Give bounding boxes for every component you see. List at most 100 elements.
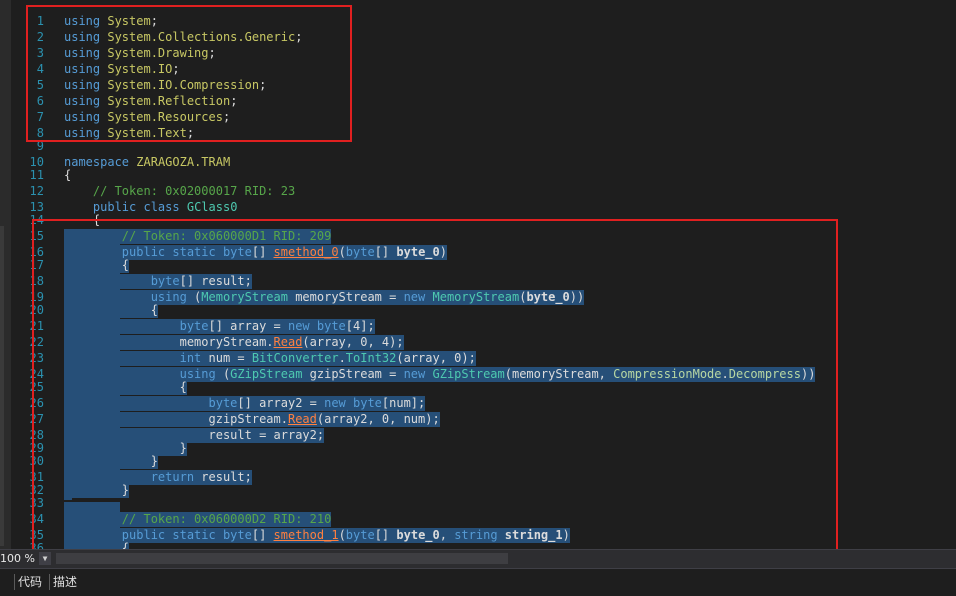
code-token: [] [374,528,397,542]
code-token: return [150,470,195,484]
code-token: byte_0 [396,528,440,542]
code-token: } [64,483,130,497]
code-token: [] [374,245,397,259]
code-token: GZipStream [432,367,505,381]
code-token: // Token: 0x060000D2 RID: 210 [121,512,332,526]
code-token: memoryStream. [64,335,274,349]
line-code: using System.Reflection; [64,94,237,109]
code-line: 9 [0,139,956,154]
code-token: byte_0 [396,245,440,259]
code-token: )) [569,290,585,304]
line-number: 34 [29,512,44,526]
code-token: System.Resources [107,110,223,124]
line-number: 2 [36,30,44,44]
code-token: [] [251,528,274,542]
line-code: int num = BitConverter.ToInt32(array, 0)… [64,351,476,366]
code-token: (array, 0, 4); [302,335,404,349]
code-token: . [338,351,346,365]
line-code: { [64,380,187,395]
code-token: using [64,14,101,28]
code-token: // Token: 0x02000017 RID: 23 [92,184,296,198]
code-token: gzipStream. [64,412,288,426]
line-number: 1 [36,14,44,28]
zoom-dropdown-icon[interactable]: ▼ [39,552,51,565]
code-line: 3 using System.Drawing; [0,46,956,61]
code-line: 2 using System.Collections.Generic; [0,30,956,45]
line-code: { [64,303,158,318]
line-number: 25 [29,380,44,394]
code-token: using [64,78,101,92]
code-token: , [439,528,455,542]
code-line: 6 using System.Reflection; [0,94,956,109]
line-number: 27 [29,412,44,426]
code-token: byte [150,274,180,288]
code-line: 22 memoryStream.Read(array, 0, 4); [0,335,956,350]
code-token: [num]; [381,396,426,410]
zoom-bar: 100 % ▼ [0,549,956,568]
code-editor[interactable]: 1 using System; 2 using System.Collections.… [0,0,956,549]
code-token: ; [208,46,216,60]
code-token: byte [345,245,375,259]
code-token: MemoryStream [201,290,288,304]
code-token: ) [562,528,570,542]
code-token: ; [186,126,195,140]
line-number: 12 [29,184,44,198]
code-token: new [403,367,426,381]
code-token: System.Drawing [107,46,209,60]
code-token: Decompress [728,367,801,381]
code-token: Read [273,335,303,349]
code-token: public class [92,200,180,214]
line-number: 3 [36,46,44,60]
line-number: 33 [29,496,44,510]
code-token: using [150,290,187,304]
code-token: memoryStream = [287,290,404,304]
line-number: 4 [36,62,44,76]
code-token: using [64,110,101,124]
zoom-level[interactable]: 100 % [0,551,35,567]
tab-code[interactable]: 代码 [14,574,45,590]
line-code: { [64,541,130,549]
code-token: { [64,380,187,394]
code-line: 25 { [0,380,956,395]
code-line: 34 // Token: 0x060000D2 RID: 210 [0,512,956,527]
line-number: 5 [36,78,44,92]
code-line: 1 using System; [0,14,956,29]
code-token: byte [179,319,209,333]
line-code: { [64,213,100,228]
code-token: [] array2 = [237,396,325,410]
code-token: byte [345,528,375,542]
code-token: ; [295,30,303,44]
line-code: using System.IO.Compression; [64,78,266,93]
code-token: [] [251,245,274,259]
code-line: 26 byte[] array2 = new byte[num]; [0,396,956,411]
line-number: 20 [29,303,44,317]
line-code: using System.Collections.Generic; [64,30,302,45]
code-line: 15 // Token: 0x060000D1 RID: 209 [0,229,956,244]
code-token: (memoryStream, [504,367,614,381]
code-line: 12 // Token: 0x02000017 RID: 23 [0,184,956,199]
line-number: 15 [29,229,44,243]
code-token: public static byte [121,245,252,259]
code-token: ; [259,78,267,92]
code-token: ToInt32 [345,351,397,365]
tab-description[interactable]: 描述 [49,574,80,590]
line-code: byte[] array2 = new byte[num]; [64,396,426,411]
line-number: 11 [29,168,44,182]
code-token: ( [186,290,202,304]
horizontal-scrollbar[interactable] [56,553,508,564]
code-token: using [64,62,101,76]
code-token: // Token: 0x060000D1 RID: 209 [121,229,332,243]
code-line: 36 { [0,541,956,549]
code-token: BitConverter [251,351,339,365]
code-token: using [179,367,216,381]
code-token: (array2, 0, num); [316,412,440,426]
code-token: ZARAGOZA.TRAM [136,155,231,169]
